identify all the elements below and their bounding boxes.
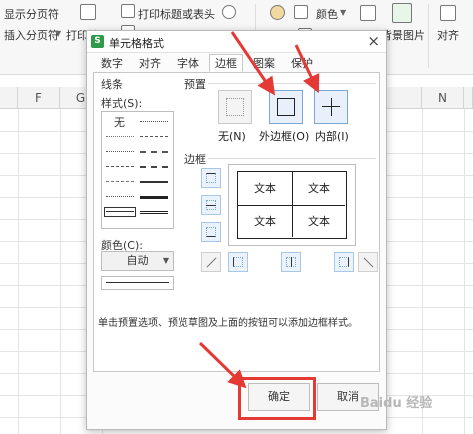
arrow-to-outline (230, 31, 276, 96)
arrow-to-inside (294, 44, 320, 94)
annotation-arrows (198, 31, 320, 389)
watermark: Baidu 经验 (360, 396, 433, 411)
arrow-to-ok (198, 341, 247, 389)
